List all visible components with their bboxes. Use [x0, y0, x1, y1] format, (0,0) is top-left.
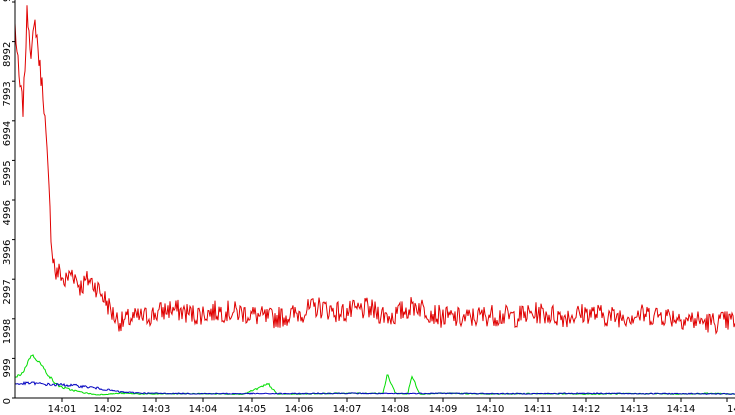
x-tick-label: 14:12 — [572, 404, 601, 415]
line-chart: 14:01 14:02 14:03 14:04 14:05 14:06 14:07 14:08… — [0, 0, 735, 415]
y-tick-label: 8992 — [2, 42, 13, 67]
x-tick-label: 14:03 — [142, 404, 171, 415]
x-tick-label: 14:01 — [48, 404, 77, 415]
x-tick-label: 14:10 — [476, 404, 505, 415]
x-tick-label: 14:05 — [238, 404, 267, 415]
x-tick-label: 14:06 — [285, 404, 314, 415]
x-tick-label: 14:07 — [333, 404, 362, 415]
y-tick-label: 999 — [2, 358, 13, 377]
x-tick-label: 14 — [727, 404, 735, 415]
x-tick-label: 14:08 — [381, 404, 410, 415]
y-tick-label: 7993 — [2, 81, 13, 106]
x-tick-label: 14:13 — [620, 404, 649, 415]
x-tick-label: 14:09 — [429, 404, 458, 415]
y-tick-label: 3996 — [2, 240, 13, 265]
x-tick-label: 14:14 — [667, 404, 696, 415]
y-tick-label: 9992 — [2, 0, 13, 2]
y-tick-label: 1998 — [2, 319, 13, 344]
x-tick-label: 14:11 — [524, 404, 553, 415]
y-tick-label: 6994 — [2, 121, 13, 146]
y-tick-label: 5995 — [2, 160, 13, 185]
y-tick-label: 4996 — [2, 200, 13, 225]
y-tick-label: 0 — [2, 398, 13, 404]
y-tick-label: 2997 — [2, 279, 13, 304]
plot-background — [0, 0, 735, 415]
x-tick-label: 14:02 — [94, 404, 123, 415]
x-tick-label: 14:04 — [189, 404, 218, 415]
